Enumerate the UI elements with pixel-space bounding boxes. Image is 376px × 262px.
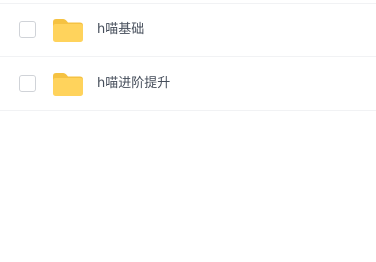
select-checkbox[interactable] xyxy=(19,21,36,38)
select-checkbox[interactable] xyxy=(19,75,36,92)
folder-name[interactable]: h喵进阶提升 xyxy=(97,74,170,94)
folder-icon xyxy=(53,73,83,96)
file-list: h喵基础 h喵进阶提升 xyxy=(0,0,376,262)
folder-icon xyxy=(53,19,83,42)
list-item[interactable]: h喵进阶提升 xyxy=(0,58,376,111)
folder-name[interactable]: h喵基础 xyxy=(97,20,144,40)
list-item[interactable]: h喵基础 xyxy=(0,4,376,57)
